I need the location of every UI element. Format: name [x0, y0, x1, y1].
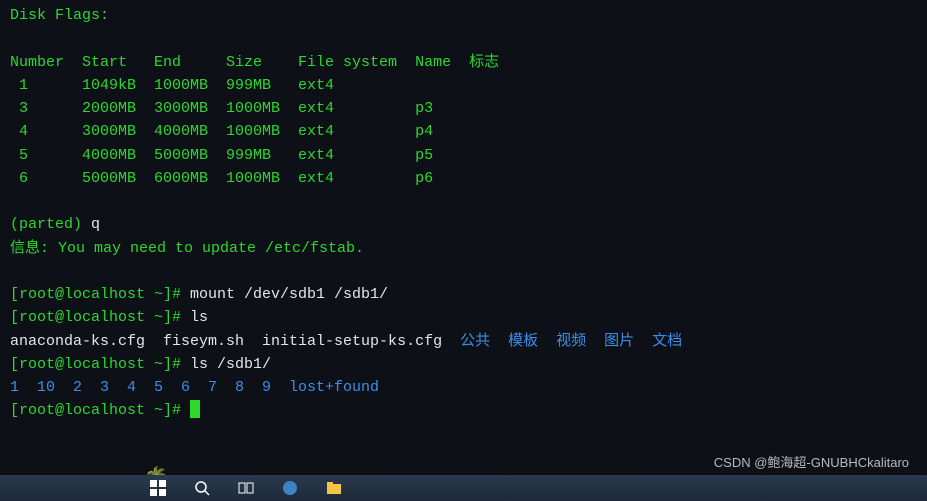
ls2-output: 1 10 2 3 4 5 6 7 8 9 lost+found	[10, 376, 917, 399]
cmd-mount-line: [root@localhost ~]# mount /dev/sdb1 /sdb…	[10, 283, 917, 306]
disk-flags-label: Disk Flags:	[10, 4, 917, 27]
file-explorer-icon[interactable]	[326, 480, 342, 496]
info-line: 信息: You may need to update /etc/fstab.	[10, 237, 917, 260]
parted-prompt-line: (parted) q	[10, 213, 917, 236]
taskbar[interactable]	[0, 475, 927, 501]
task-view-icon[interactable]	[238, 480, 254, 496]
terminal-window[interactable]: Disk Flags: Number Start End Size File s…	[0, 0, 927, 475]
partition-row: 5 4000MB 5000MB 999MB ext4 p5	[10, 144, 917, 167]
partition-row: 6 5000MB 6000MB 1000MB ext4 p6	[10, 167, 917, 190]
cursor-block	[190, 400, 200, 418]
partition-row: 4 3000MB 4000MB 1000MB ext4 p4	[10, 120, 917, 143]
cmd-ls2-line: [root@localhost ~]# ls /sdb1/	[10, 353, 917, 376]
partition-row: 3 2000MB 3000MB 1000MB ext4 p3	[10, 97, 917, 120]
partition-row: 1 1049kB 1000MB 999MB ext4	[10, 74, 917, 97]
partition-table-header: Number Start End Size File system Name 标…	[10, 51, 917, 74]
windows-start-icon[interactable]	[150, 480, 166, 496]
ls1-output: anaconda-ks.cfg fiseym.sh initial-setup-…	[10, 330, 917, 353]
search-icon[interactable]	[194, 480, 210, 496]
prompt-line[interactable]: [root@localhost ~]#	[10, 399, 917, 422]
cmd-ls1-line: [root@localhost ~]# ls	[10, 306, 917, 329]
edge-icon[interactable]	[282, 480, 298, 496]
